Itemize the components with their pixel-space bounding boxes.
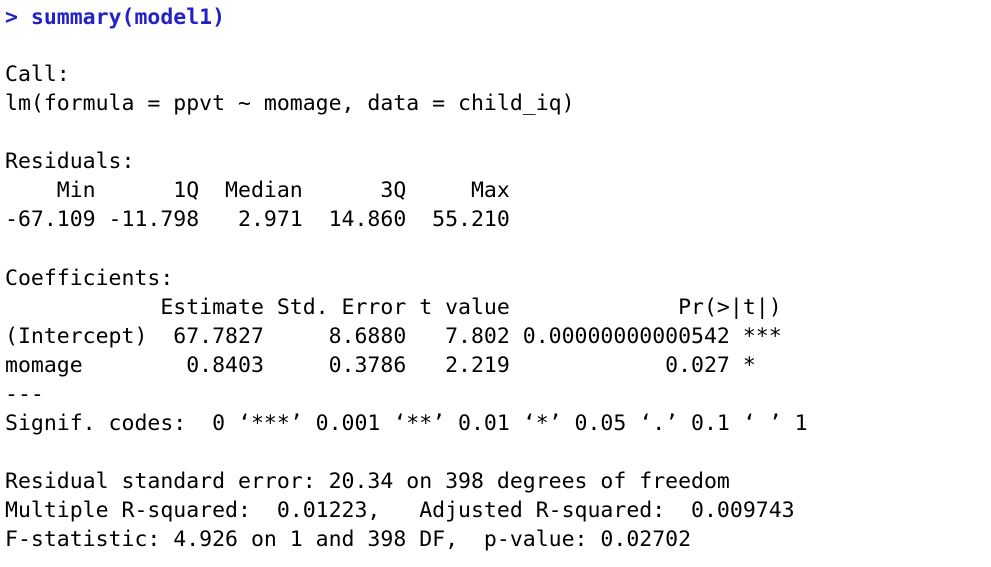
coefficients-heading: Coefficients: [5,266,174,291]
residuals-header-row: Min 1Q Median 3Q Max [5,178,523,203]
f-statistic-line: F-statistic: 4.926 on 1 and 398 DF, p-va… [5,527,692,552]
coefficients-row-intercept: (Intercept) 67.7827 8.6880 7.802 0.00000… [5,324,782,349]
call-formula-line: lm(formula = ppvt ~ momage, data = child… [5,91,575,116]
coefficients-row-momage: momage 0.8403 0.3786 2.219 0.027 * [5,353,782,378]
coefficients-separator: --- [5,382,44,407]
console-command-line: > summary(model1) [5,5,226,30]
call-heading: Call: [5,62,70,87]
signif-codes-line: Signif. codes: 0 ‘***’ 0.001 ‘**’ 0.01 ‘… [5,411,808,436]
r-console[interactable]: > summary(model1) Call: lm(formula = ppv… [0,0,991,567]
residuals-values-row: -67.109 -11.798 2.971 14.860 55.210 [5,207,523,232]
residuals-heading: Residuals: [5,149,135,174]
r-squared-line: Multiple R-squared: 0.01223, Adjusted R-… [5,498,808,523]
residual-standard-error-line: Residual standard error: 20.34 on 398 de… [5,469,730,494]
coefficients-header-row: Estimate Std. Error t value Pr(>|t|) [5,295,834,320]
